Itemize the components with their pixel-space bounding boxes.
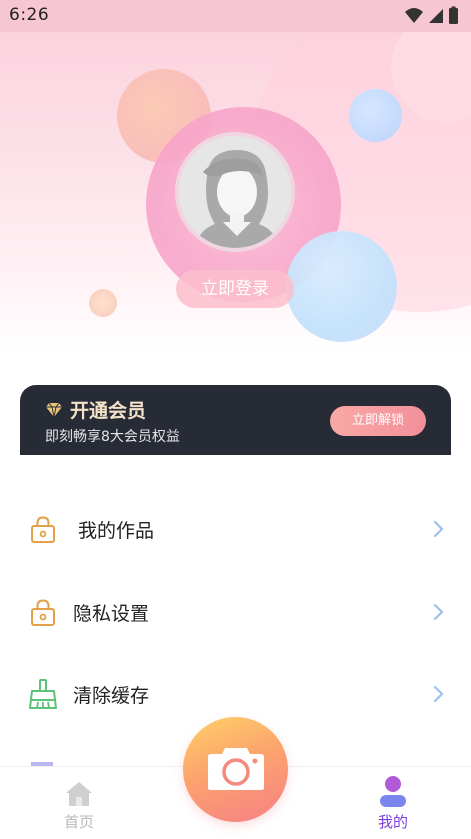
- vip-card[interactable]: 开通会员 即刻畅享8大会员权益 立即解锁: [20, 385, 451, 455]
- avatar[interactable]: [175, 132, 295, 252]
- lock-icon: [31, 599, 55, 626]
- wifi-icon: [405, 8, 423, 23]
- menu-label: 我的作品: [78, 520, 155, 542]
- menu-item-my-works[interactable]: 我的作品: [0, 499, 471, 559]
- unlock-vip-button[interactable]: 立即解锁: [330, 406, 426, 436]
- signal-icon: [429, 9, 443, 23]
- decor-bubble: [286, 231, 397, 342]
- diamond-icon: [46, 402, 62, 418]
- status-time: 6:26: [9, 5, 50, 25]
- menu-label: 隐私设置: [73, 603, 150, 625]
- broom-icon: [29, 679, 57, 709]
- vip-title: 开通会员: [70, 400, 147, 422]
- chevron-right-icon: [433, 520, 444, 538]
- user-icon: [380, 776, 406, 807]
- login-button[interactable]: 立即登录: [176, 270, 294, 308]
- nav-home-tab[interactable]: 首页: [52, 781, 106, 837]
- nav-mine-tab[interactable]: 我的: [366, 775, 420, 835]
- status-icons: [405, 6, 458, 24]
- menu-item-privacy-settings[interactable]: 隐私设置: [0, 582, 471, 642]
- lock-icon: [31, 516, 55, 543]
- nav-mine-label: 我的: [377, 813, 408, 831]
- battery-icon: [449, 8, 458, 24]
- user-silhouette-icon: [179, 136, 291, 248]
- chevron-right-icon: [433, 685, 444, 703]
- decor-bubble: [349, 89, 402, 142]
- camera-icon: [208, 748, 264, 790]
- nav-home-label: 首页: [63, 813, 94, 831]
- profile-header: 立即登录: [0, 32, 471, 350]
- chevron-right-icon: [433, 603, 444, 621]
- camera-button[interactable]: [183, 717, 288, 822]
- menu-item-clear-cache[interactable]: 清除缓存: [0, 664, 471, 724]
- vip-subtitle: 即刻畅享8大会员权益: [45, 429, 180, 445]
- home-icon: [66, 782, 92, 806]
- menu-label: 清除缓存: [73, 685, 150, 707]
- status-bar: 6:26: [0, 0, 471, 32]
- decor-bubble: [89, 289, 117, 317]
